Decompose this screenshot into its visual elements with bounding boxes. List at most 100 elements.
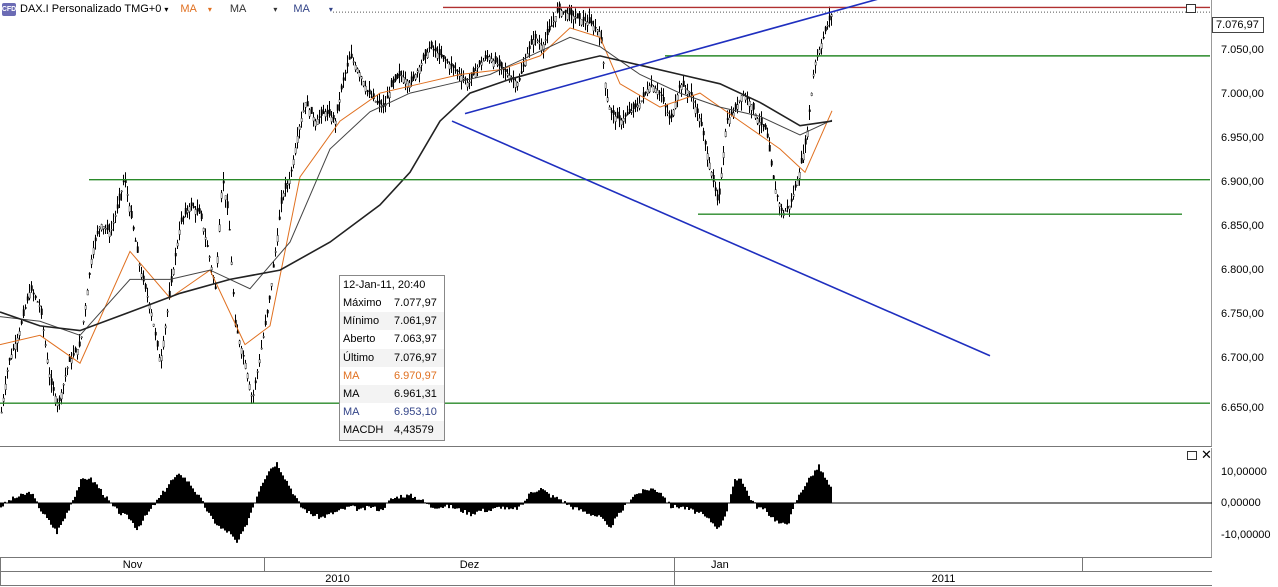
ma2-selector[interactable]: MA ▾ — [230, 3, 278, 15]
candlestick — [204, 228, 207, 248]
chevron-down-icon[interactable]: ▾ — [164, 5, 168, 14]
ohlc-info-box: 12-Jan-11, 20:40 Máximo 7.077,97 Mínimo 7.… — [339, 275, 445, 441]
chevron-down-icon[interactable]: ▾ — [329, 5, 333, 14]
price-axis[interactable]: 7.050,00 7.000,00 6.950,00 6.900,00 6.85… — [1213, 0, 1278, 447]
candlestick — [722, 145, 725, 166]
candle-body — [800, 158, 803, 164]
candlestick — [702, 127, 705, 141]
candle-body — [576, 13, 579, 19]
candlestick — [80, 336, 83, 340]
candle-body — [738, 99, 741, 102]
macd-bar — [236, 503, 238, 543]
candle-body — [300, 118, 303, 122]
candle-body — [22, 309, 25, 317]
candle-body — [312, 117, 315, 122]
close-icon[interactable]: ✕ — [1201, 448, 1212, 461]
candlestick — [324, 108, 327, 122]
candle-body — [688, 91, 691, 94]
candle-body — [440, 54, 443, 58]
candle-body — [388, 92, 391, 99]
candlestick — [226, 193, 229, 215]
ma1-selector[interactable]: MA ▾ — [180, 3, 212, 15]
macd-bar — [786, 503, 788, 525]
candlestick — [222, 171, 225, 192]
candlestick — [242, 350, 245, 365]
macd-bar — [618, 503, 620, 513]
macd-bar — [826, 479, 828, 503]
instrument-title[interactable]: DAX.I Personalizado TMG+0 ▾ — [20, 3, 168, 15]
candle-body — [100, 224, 103, 231]
macd-bar — [762, 503, 764, 510]
candlestick — [104, 224, 107, 234]
candle-body — [644, 91, 647, 94]
candlestick — [72, 345, 75, 358]
price-chart-panel[interactable]: CFD DAX.I Personalizado TMG+0 ▾ MA ▾ MA … — [0, 0, 1212, 447]
ma3-selector[interactable]: MA ▾ — [293, 3, 333, 15]
candle-body — [488, 56, 491, 61]
macd-bar — [62, 503, 64, 522]
candlestick — [126, 186, 129, 202]
maximize-panel-icon[interactable] — [1186, 4, 1196, 13]
candle-body — [786, 205, 789, 209]
candlestick — [224, 195, 227, 208]
candle-body — [662, 97, 665, 102]
candle-body — [222, 180, 225, 184]
candle-body — [248, 384, 251, 390]
candlestick — [386, 86, 389, 99]
candlestick — [440, 45, 443, 59]
candlestick — [162, 335, 165, 350]
chevron-down-icon[interactable]: ▾ — [273, 5, 277, 14]
candle-body — [728, 117, 731, 124]
macd-bar — [774, 503, 776, 522]
candlestick — [756, 117, 759, 126]
candle-body — [156, 341, 159, 347]
candlestick — [676, 93, 679, 108]
candlestick — [128, 202, 131, 217]
candlestick — [94, 234, 97, 250]
candle-body — [332, 115, 335, 120]
candlestick — [514, 77, 517, 93]
macd-bar — [158, 497, 160, 503]
last-price-label: 7.076,97 — [1212, 17, 1264, 33]
time-axis[interactable]: Nov Dez Jan 2010 2011 — [0, 558, 1278, 587]
year-row: 2010 2011 — [0, 572, 1212, 586]
candle-body — [656, 90, 659, 95]
macd-bar — [686, 503, 688, 508]
candle-body — [70, 358, 73, 364]
candlestick — [744, 92, 747, 103]
candle-body — [634, 103, 637, 108]
macd-bar — [506, 503, 508, 508]
candle-body — [770, 160, 773, 166]
candle-body — [660, 94, 663, 97]
candlestick — [596, 29, 599, 36]
macd-histogram-canvas[interactable] — [0, 448, 1212, 558]
candle-body — [734, 103, 737, 110]
candlestick — [28, 283, 31, 301]
candlestick — [266, 309, 269, 318]
year-label-2011: 2011 — [674, 572, 1212, 586]
chevron-down-icon[interactable]: ▾ — [208, 5, 212, 14]
candlestick — [704, 139, 707, 152]
candle-body — [344, 72, 347, 74]
price-chart-canvas[interactable] — [0, 0, 1212, 447]
candle-body — [768, 145, 771, 152]
candlestick — [602, 61, 605, 69]
candle-body — [242, 355, 245, 357]
y-tick-label: 6.900,00 — [1221, 176, 1264, 188]
candlestick — [110, 220, 113, 236]
candle-body — [506, 73, 509, 76]
candlestick — [484, 50, 487, 61]
candle-body — [64, 375, 67, 377]
candlestick — [332, 112, 335, 123]
macd-axis[interactable]: 10,00000 0,00000 -10,00000 — [1213, 448, 1278, 558]
candlestick — [358, 70, 361, 82]
macd-bar — [390, 498, 392, 503]
candlestick — [422, 52, 425, 61]
macd-panel[interactable] — [0, 448, 1212, 558]
candle-body — [578, 13, 581, 20]
candle-body — [708, 162, 711, 170]
candlestick — [488, 54, 491, 64]
maximize-panel-icon[interactable] — [1187, 451, 1197, 460]
macd-bar — [784, 503, 786, 524]
candle-body — [174, 252, 177, 257]
